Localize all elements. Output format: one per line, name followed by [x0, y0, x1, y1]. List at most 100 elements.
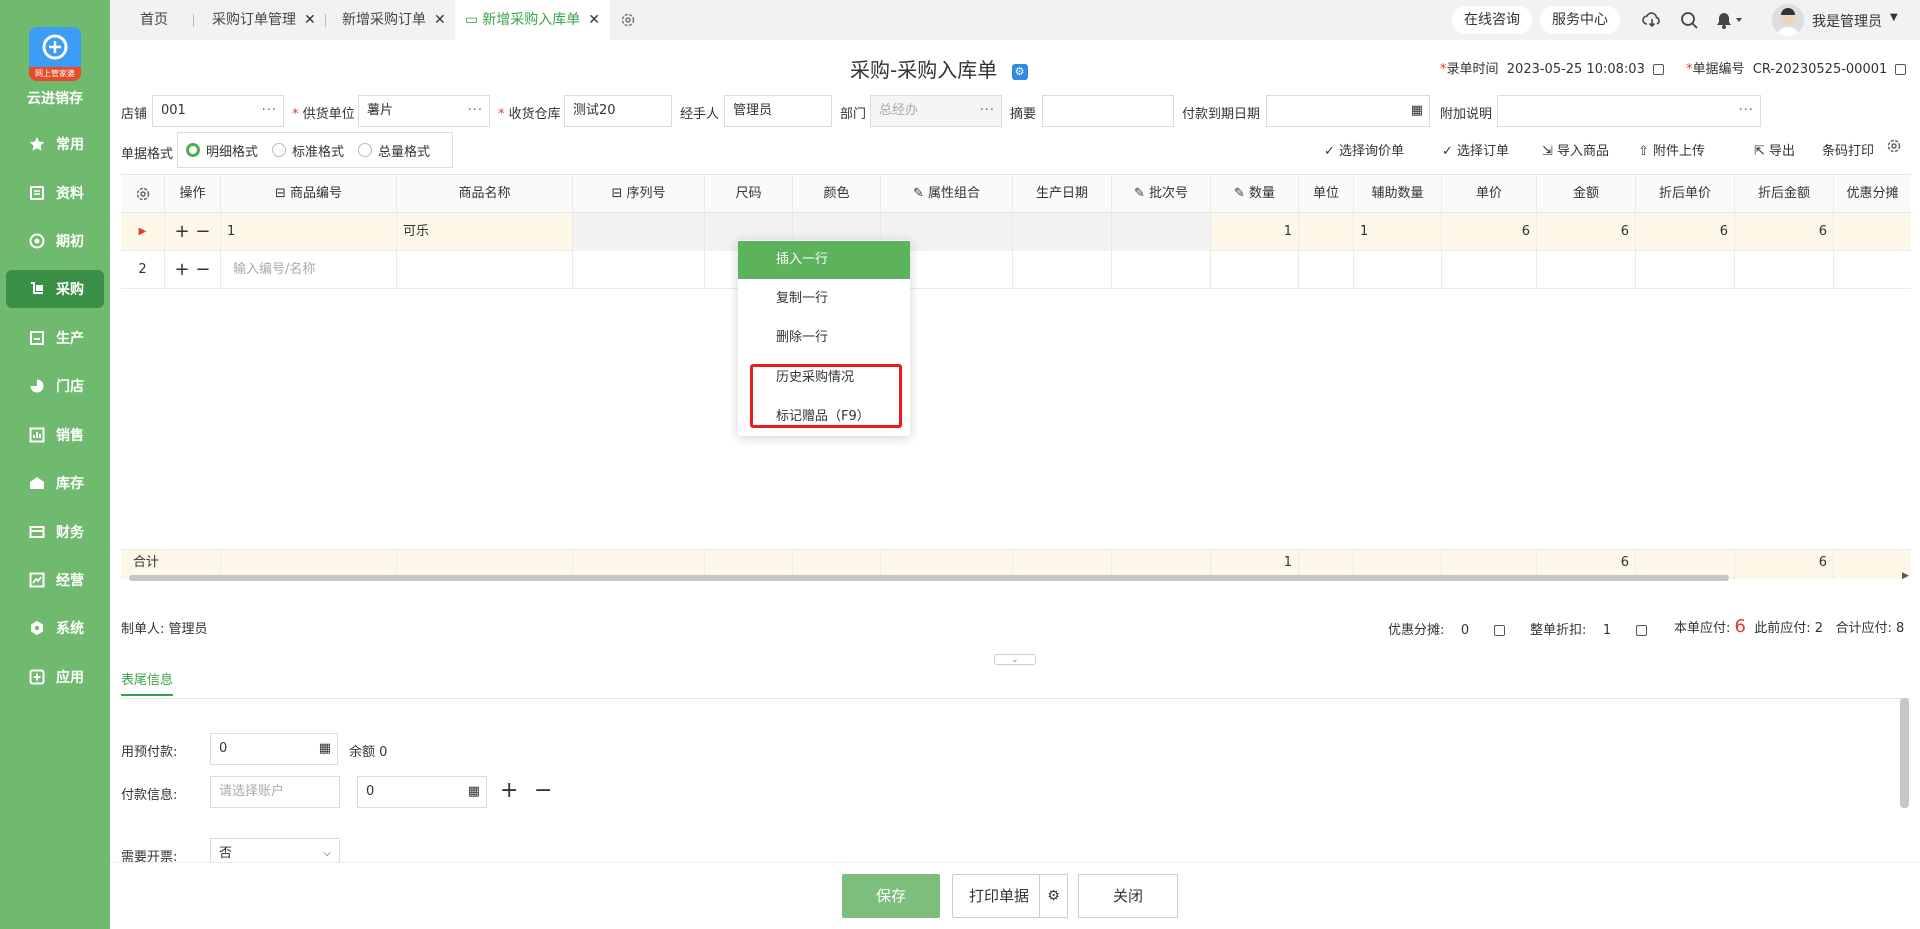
- due-date-field[interactable]: ▦: [1266, 95, 1430, 127]
- cell-amount[interactable]: 6: [1537, 213, 1636, 251]
- scrollbar-thumb[interactable]: [129, 575, 1729, 581]
- sidebar-item-inventory[interactable]: 库存: [6, 464, 104, 502]
- cell-code[interactable]: 1: [221, 213, 397, 251]
- cell-serial[interactable]: [573, 251, 705, 289]
- table-row[interactable]: 2 + − 输入编号/名称: [121, 251, 1911, 289]
- cell-discount-share[interactable]: [1834, 251, 1911, 289]
- table-row[interactable]: ▶ + − 1 可乐 1 1 6 6 6 6: [121, 213, 1911, 251]
- gear-icon[interactable]: [620, 0, 636, 40]
- menu-copy-row[interactable]: 复制一行: [738, 280, 910, 318]
- add-row-icon[interactable]: +: [175, 259, 190, 280]
- search-icon[interactable]: [1680, 11, 1698, 33]
- cell-code-input[interactable]: 输入编号/名称: [221, 251, 397, 289]
- add-row-icon[interactable]: +: [175, 221, 190, 242]
- sidebar-item-data[interactable]: 资料: [6, 174, 104, 212]
- save-button[interactable]: 保存: [842, 874, 940, 918]
- edit-icon[interactable]: [1635, 625, 1647, 636]
- format-total-radio[interactable]: 总量格式: [358, 141, 430, 160]
- cell-unit[interactable]: [1299, 213, 1354, 251]
- cell-aux-qty[interactable]: [1354, 251, 1442, 289]
- collapse-toggle-icon[interactable]: ⌄: [994, 654, 1036, 665]
- payinfo-amount-field[interactable]: 0 ▦: [357, 776, 487, 808]
- attachment-upload-button[interactable]: ⇧ 附件上传: [1638, 140, 1705, 159]
- cell-serial[interactable]: [573, 213, 705, 251]
- scroll-right-icon[interactable]: ▶: [1902, 571, 1909, 581]
- cell-disc-price[interactable]: 6: [1636, 213, 1735, 251]
- sidebar-item-sales[interactable]: 销售: [6, 416, 104, 454]
- cell-disc-amount[interactable]: [1735, 251, 1834, 289]
- format-detail-radio[interactable]: 明细格式: [186, 141, 258, 160]
- sidebar-item-operation[interactable]: 经营: [6, 561, 104, 599]
- cell-discount-share[interactable]: [1834, 213, 1911, 251]
- gear-icon[interactable]: [1886, 138, 1902, 158]
- settings-icon[interactable]: ⚙: [1011, 63, 1028, 80]
- cell-disc-price[interactable]: [1636, 251, 1735, 289]
- remove-row-icon[interactable]: −: [195, 221, 210, 242]
- select-order-button[interactable]: ✓ 选择订单: [1442, 140, 1509, 159]
- cell-name[interactable]: 可乐: [397, 213, 573, 251]
- import-goods-button[interactable]: ⇲ 导入商品: [1542, 140, 1609, 159]
- prepay-field[interactable]: 0 ▦: [210, 733, 338, 765]
- edit-icon[interactable]: [1653, 64, 1664, 75]
- remove-payment-icon[interactable]: −: [534, 776, 552, 806]
- sidebar-item-store[interactable]: 门店: [6, 367, 104, 405]
- print-button[interactable]: 打印单据 ⚙: [952, 874, 1068, 918]
- cell-unit[interactable]: [1299, 251, 1354, 289]
- more-icon[interactable]: ···: [468, 96, 483, 126]
- vertical-scrollbar[interactable]: [1900, 698, 1909, 808]
- close-icon[interactable]: ✕: [434, 12, 446, 28]
- cell-batch[interactable]: [1112, 251, 1211, 289]
- tab-new-purchase-order[interactable]: 新增采购订单 ✕: [342, 0, 446, 40]
- sidebar-item-opening[interactable]: 期初: [6, 222, 104, 260]
- format-standard-radio[interactable]: 标准格式: [272, 141, 344, 160]
- cell-disc-amount[interactable]: 6: [1735, 213, 1834, 251]
- close-icon[interactable]: ✕: [588, 12, 600, 28]
- cloud-download-icon[interactable]: [1642, 11, 1662, 33]
- gear-icon[interactable]: ⚙: [1039, 875, 1067, 917]
- cell-name[interactable]: [397, 251, 573, 289]
- cell-amount[interactable]: [1537, 251, 1636, 289]
- cell-quantity[interactable]: [1211, 251, 1299, 289]
- online-consult-button[interactable]: 在线咨询: [1452, 6, 1532, 34]
- handler-field[interactable]: 管理员: [724, 95, 832, 127]
- supplier-field[interactable]: 薯片 ···: [358, 95, 490, 127]
- note-field[interactable]: ···: [1497, 95, 1761, 127]
- bell-icon[interactable]: [1714, 10, 1744, 34]
- user-name[interactable]: 我是管理员: [1812, 11, 1882, 31]
- store-field[interactable]: 001 ···: [152, 95, 284, 127]
- barcode-print-button[interactable]: 条码打印: [1822, 140, 1874, 159]
- menu-delete-row[interactable]: 删除一行: [738, 319, 910, 357]
- column-settings-icon[interactable]: [121, 175, 165, 212]
- close-icon[interactable]: ✕: [304, 12, 316, 28]
- more-icon[interactable]: ···: [262, 96, 277, 126]
- cell-batch[interactable]: [1112, 213, 1211, 251]
- service-center-button[interactable]: 服务中心: [1540, 6, 1620, 34]
- sidebar-item-apps[interactable]: 应用: [6, 658, 104, 696]
- add-payment-icon[interactable]: +: [500, 776, 518, 806]
- close-button[interactable]: 关闭: [1078, 874, 1178, 918]
- menu-insert-row[interactable]: 插入一行: [738, 241, 910, 279]
- edit-icon[interactable]: [1493, 625, 1505, 636]
- tab-home[interactable]: 首页: [140, 0, 168, 40]
- tab-tail-info[interactable]: 表尾信息: [121, 669, 174, 696]
- account-select[interactable]: 请选择账户: [210, 776, 340, 808]
- sidebar-item-production[interactable]: 生产: [6, 319, 104, 357]
- tab-new-purchase-receipt[interactable]: ▭ 新增采购入库单 ✕: [455, 0, 610, 40]
- sidebar-item-finance[interactable]: 财务: [6, 513, 104, 551]
- avatar[interactable]: [1772, 4, 1804, 36]
- summary-field[interactable]: [1042, 95, 1174, 127]
- cell-unit-price[interactable]: [1442, 251, 1537, 289]
- cell-aux-qty[interactable]: 1: [1354, 213, 1442, 251]
- remove-row-icon[interactable]: −: [195, 259, 210, 280]
- chevron-down-icon[interactable]: ▼: [1890, 12, 1898, 23]
- tab-purchase-order-management[interactable]: 采购订单管理 ✕: [212, 0, 316, 40]
- more-icon[interactable]: ···: [1739, 96, 1754, 126]
- cell-production-date[interactable]: [1013, 213, 1112, 251]
- sidebar-item-common[interactable]: 常用: [6, 125, 104, 163]
- calendar-icon[interactable]: ▦: [1411, 96, 1423, 126]
- calculator-icon[interactable]: ▦: [319, 734, 331, 764]
- export-button[interactable]: ⇱ 导出: [1754, 140, 1795, 159]
- cell-quantity[interactable]: 1: [1211, 213, 1299, 251]
- calculator-icon[interactable]: ▦: [468, 777, 480, 807]
- warehouse-field[interactable]: 测试20: [564, 95, 672, 127]
